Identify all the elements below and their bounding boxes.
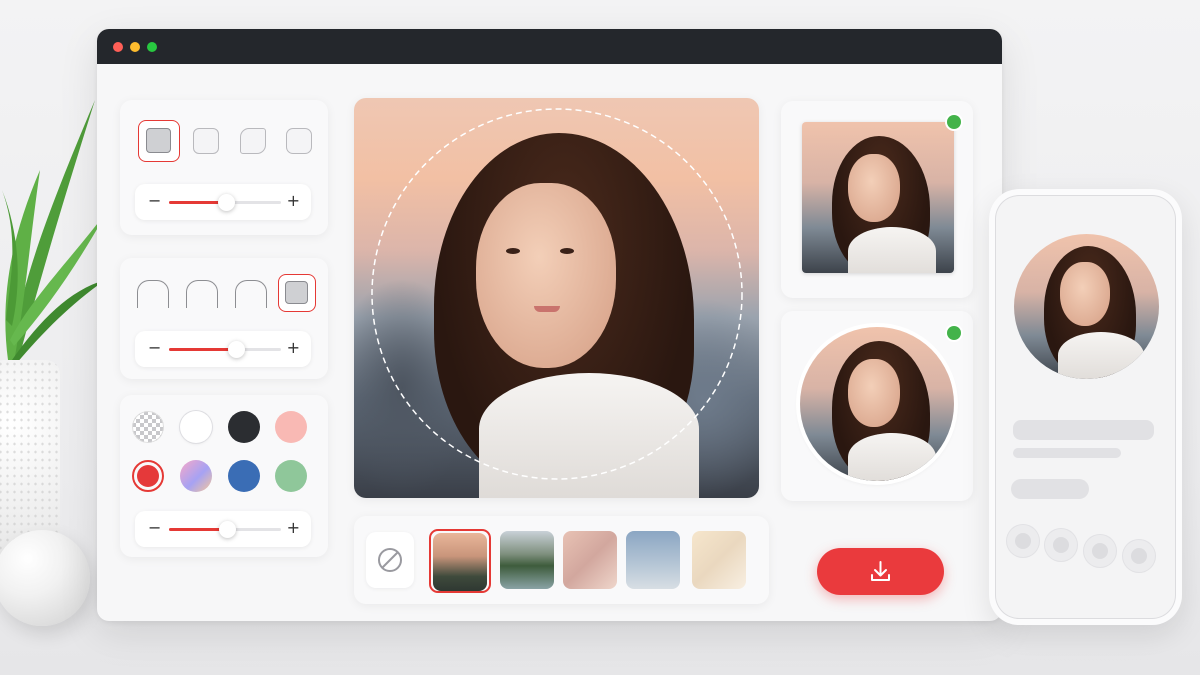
swatch-pink[interactable]: [275, 411, 307, 443]
minimize-window-button[interactable]: [130, 42, 140, 52]
color-opacity-slider[interactable]: − +: [135, 511, 311, 547]
preview-square-card: [781, 101, 973, 298]
phone-avatar-preview: [1014, 234, 1159, 379]
shape-option-square[interactable]: [138, 120, 180, 162]
decrease-icon[interactable]: −: [148, 339, 161, 357]
shape-panel: − +: [120, 100, 328, 235]
placeholder-line: [1013, 420, 1154, 440]
background-picker: [354, 516, 769, 604]
preview-square-image[interactable]: [802, 122, 954, 273]
crop-circle-guide[interactable]: [354, 98, 759, 498]
swatch-white[interactable]: [180, 411, 212, 443]
plant-decoration: [2, 100, 108, 364]
no-background-button[interactable]: [366, 532, 414, 588]
swatch-black[interactable]: [228, 411, 260, 443]
decrease-icon[interactable]: −: [148, 519, 161, 537]
shape-option-rounded-square[interactable]: [193, 128, 219, 154]
none-icon: [378, 548, 402, 572]
app-window: − + − + − +: [97, 29, 1002, 621]
swatch-transparent[interactable]: [132, 411, 164, 443]
increase-icon[interactable]: +: [287, 192, 300, 210]
background-option-lake-forest[interactable]: [500, 531, 554, 589]
frame-panel: − +: [120, 258, 328, 379]
frame-option-arch-3[interactable]: [235, 280, 267, 308]
preview-circle-card: [781, 311, 973, 501]
maximize-window-button[interactable]: [147, 42, 157, 52]
title-bar: [97, 29, 1002, 64]
phone-action-button[interactable]: [1083, 534, 1117, 568]
background-option-blush-blur[interactable]: [563, 531, 617, 589]
shape-option-soft-square[interactable]: [286, 128, 312, 154]
phone-action-button[interactable]: [1044, 528, 1078, 562]
frame-option-arch[interactable]: [137, 280, 169, 308]
status-active-icon: [947, 326, 961, 340]
frame-width-slider[interactable]: − +: [135, 331, 311, 367]
phone-action-button[interactable]: [1006, 524, 1040, 558]
close-window-button[interactable]: [113, 42, 123, 52]
background-option-sunset-beach[interactable]: [429, 529, 491, 593]
swatch-gradient[interactable]: [180, 460, 212, 492]
swatch-blue[interactable]: [228, 460, 260, 492]
placeholder-line: [1011, 479, 1089, 499]
placeholder-line: [1013, 448, 1121, 458]
download-button[interactable]: [817, 548, 944, 595]
download-icon: [871, 561, 890, 581]
increase-icon[interactable]: +: [287, 339, 300, 357]
preview-circle-image[interactable]: [800, 327, 954, 481]
increase-icon[interactable]: +: [287, 519, 300, 537]
swatch-green[interactable]: [275, 460, 307, 492]
shape-option-cut-corner[interactable]: [240, 128, 266, 154]
color-panel: − +: [120, 395, 328, 557]
frame-option-arch-2[interactable]: [186, 280, 218, 308]
frame-option-square[interactable]: [278, 274, 316, 312]
swatch-red[interactable]: [132, 460, 164, 492]
decrease-icon[interactable]: −: [148, 192, 161, 210]
background-option-blue-sky[interactable]: [626, 531, 680, 589]
background-option-cream-blur[interactable]: [692, 531, 746, 589]
decor-sphere: [0, 530, 90, 626]
main-preview-image[interactable]: [354, 98, 759, 498]
shape-size-slider[interactable]: − +: [135, 184, 311, 220]
status-active-icon: [947, 115, 961, 129]
phone-action-button[interactable]: [1122, 539, 1156, 573]
phone-mockup: [989, 189, 1182, 625]
